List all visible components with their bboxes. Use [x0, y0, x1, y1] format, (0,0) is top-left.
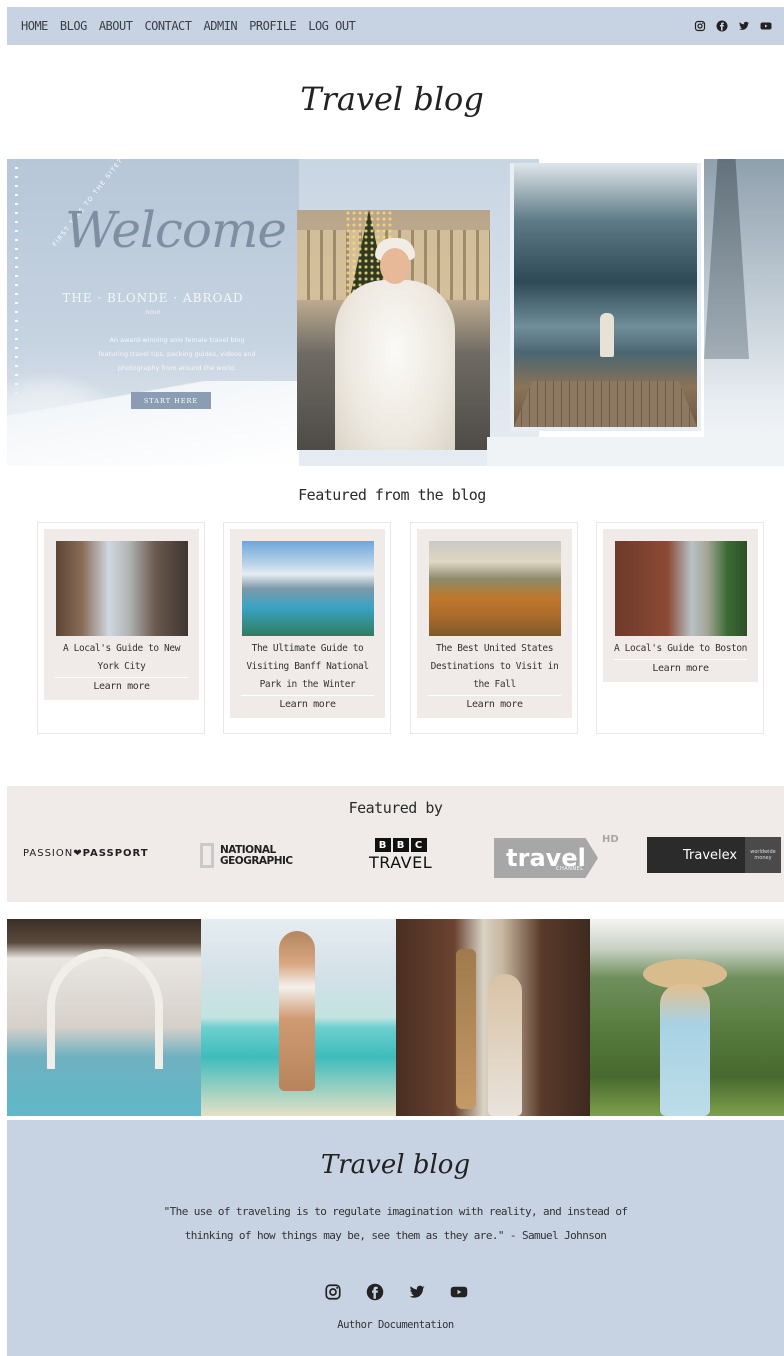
nav-profile[interactable]: PROFILE	[249, 19, 297, 33]
youtube-icon[interactable]	[450, 1283, 468, 1301]
hero-welcome-panel: FIRST TIME TO THE SITE? Welcome to THE ·…	[7, 159, 350, 466]
hero-noun: noun	[145, 309, 161, 316]
featured-by-section: Featured by PASSION❤︎PASSPORT NATIONAL G…	[7, 786, 784, 902]
post-title[interactable]: A Local's Guide to Boston	[614, 640, 747, 658]
post-card-banff[interactable]: The Ultimate Guide to Visiting Banff Nat…	[223, 522, 391, 734]
hero-photo-christmas	[297, 210, 490, 450]
hero-banner: FIRST TIME TO THE SITE? Welcome to THE ·…	[7, 159, 784, 466]
featured-by-title: Featured by	[348, 799, 443, 817]
logo-text: PASSION	[23, 848, 74, 859]
photo-person	[279, 931, 316, 1091]
hero-bottom-strip	[487, 437, 784, 466]
national-geographic-logo: NATIONAL GEOGRAPHIC	[200, 843, 293, 868]
gallery-image-pool[interactable]	[7, 919, 202, 1116]
post-card-inner: The Best United States Destinations to V…	[417, 529, 572, 718]
author-documentation-link[interactable]: Author Documentation	[7, 1319, 784, 1331]
learn-more-link[interactable]: Learn more	[55, 678, 188, 696]
footer-social	[7, 1283, 784, 1301]
post-image-fall[interactable]	[428, 541, 561, 636]
post-card-boston[interactable]: A Local's Guide to Boston Learn more	[596, 522, 764, 734]
bbc-block: C	[410, 838, 427, 852]
nav-contact[interactable]: CONTACT	[144, 19, 192, 33]
footer: Travel blog "The use of traveling is to …	[7, 1120, 784, 1356]
gallery-image-beach[interactable]	[201, 919, 396, 1116]
passion-passport-logo: PASSION❤︎PASSPORT	[23, 848, 149, 859]
post-image-banff[interactable]	[241, 541, 374, 636]
hero-right-scene	[704, 159, 784, 466]
bbc-block: B	[374, 838, 391, 852]
logo-text: NATIONAL GEOGRAPHIC	[220, 843, 293, 867]
twitter-icon[interactable]	[738, 20, 750, 32]
nav-home[interactable]: HOME	[21, 19, 48, 33]
instagram-icon[interactable]	[324, 1283, 342, 1301]
press-logos: PASSION❤︎PASSPORT NATIONAL GEOGRAPHIC B …	[7, 834, 784, 878]
facebook-icon[interactable]	[366, 1283, 384, 1301]
logo-text-line: GEOGRAPHIC	[220, 854, 293, 867]
nav-admin[interactable]: ADMIN	[204, 19, 238, 33]
site-title: Travel blog	[300, 80, 484, 118]
top-nav: HOME BLOG ABOUT CONTACT ADMIN PROFILE LO…	[7, 7, 784, 45]
photo-gallery	[7, 919, 784, 1116]
footer-quote: "The use of traveling is to regulate ima…	[163, 1205, 628, 1242]
post-title[interactable]: The Ultimate Guide to Visiting Banff Nat…	[241, 640, 374, 694]
featured-posts: A Local's Guide to New York City Learn m…	[37, 522, 764, 734]
logo-hd: HD	[602, 834, 619, 845]
featured-blog-title: Featured from the blog	[298, 486, 486, 504]
nav-about[interactable]: ABOUT	[99, 19, 133, 33]
twitter-icon[interactable]	[408, 1283, 426, 1301]
learn-more-link[interactable]: Learn more	[241, 696, 374, 714]
logo-text: travel	[494, 838, 598, 878]
photo-coat	[335, 280, 455, 450]
nav-links: HOME BLOG ABOUT CONTACT ADMIN PROFILE LO…	[21, 19, 356, 33]
hero-brand: THE · BLONDE · ABROAD	[62, 291, 244, 305]
photo-dock	[514, 381, 697, 427]
photo-person	[487, 974, 522, 1116]
logo-text: Travelex	[683, 847, 738, 863]
travel-channel-logo: travel CHANNEL HD	[494, 834, 619, 878]
travelex-logo: Travelex worldwide money	[647, 837, 781, 873]
location-pin-icon: ❤︎	[73, 848, 83, 859]
photo-giraffe	[455, 949, 476, 1109]
instagram-icon[interactable]	[694, 20, 706, 32]
photo-snowy-tree	[704, 159, 749, 359]
gallery-image-rice-terraces[interactable]	[589, 919, 784, 1116]
post-card-inner: A Local's Guide to New York City Learn m…	[44, 529, 199, 700]
post-image-nyc[interactable]	[55, 541, 188, 636]
learn-more-link[interactable]: Learn more	[428, 696, 561, 714]
post-card-fall[interactable]: The Best United States Destinations to V…	[410, 522, 578, 734]
learn-more-link[interactable]: Learn more	[614, 660, 747, 678]
post-card-nyc[interactable]: A Local's Guide to New York City Learn m…	[37, 522, 205, 734]
logo-subtext: CHANNEL	[556, 866, 584, 872]
nav-logout[interactable]: LOG OUT	[308, 19, 356, 33]
hero-description: An award-winning solo female travel blog…	[98, 336, 256, 372]
nav-social	[694, 20, 772, 32]
post-image-boston[interactable]	[614, 541, 747, 636]
logo-text-line: NATIONAL	[220, 843, 276, 856]
footer-title: Travel blog	[320, 1150, 471, 1180]
post-card-inner: The Ultimate Guide to Visiting Banff Nat…	[230, 529, 385, 718]
natgeo-frame-icon	[200, 843, 214, 868]
post-title[interactable]: A Local's Guide to New York City	[55, 640, 188, 676]
hero-photo-lake	[514, 163, 697, 427]
logo-tagline: worldwide money	[745, 837, 781, 873]
photo-arch	[47, 949, 163, 1069]
post-title[interactable]: The Best United States Destinations to V…	[428, 640, 561, 694]
bbc-block: B	[392, 838, 409, 852]
gallery-image-giraffe[interactable]	[395, 919, 590, 1116]
logo-text: PASSPORT	[82, 848, 149, 859]
bbc-travel-logo: B B C TRAVEL	[369, 838, 432, 872]
logo-text: TRAVEL	[369, 853, 433, 872]
start-here-button[interactable]: START HERE	[131, 392, 211, 409]
photo-person	[659, 984, 710, 1116]
post-card-inner: A Local's Guide to Boston Learn more	[603, 529, 758, 682]
youtube-icon[interactable]	[760, 20, 772, 32]
nav-blog[interactable]: BLOG	[60, 19, 87, 33]
bbc-blocks: B B C	[369, 838, 432, 852]
photo-face	[380, 248, 410, 284]
facebook-icon[interactable]	[716, 20, 728, 32]
photo-person	[600, 313, 614, 357]
